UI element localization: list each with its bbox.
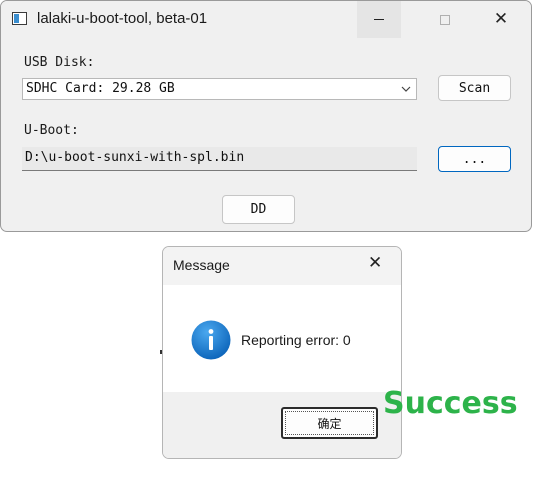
browse-button[interactable]: ...: [438, 146, 511, 172]
message-title-bar[interactable]: Message ✕: [163, 247, 401, 285]
uboot-path-value: D:\u-boot-sunxi-with-spl.bin: [25, 150, 245, 165]
maximize-icon: [440, 14, 450, 25]
app-window-icon: [12, 12, 27, 25]
window-title: lalaki-u-boot-tool, beta-01: [37, 10, 208, 27]
scan-button[interactable]: Scan: [438, 75, 511, 101]
ok-button[interactable]: 确定: [281, 407, 378, 439]
message-body: Reporting error: 0: [163, 285, 401, 392]
maximize-button[interactable]: [423, 1, 467, 38]
message-dialog: Message ✕ Reporting error: 0 确定: [162, 246, 402, 459]
close-icon: ✕: [368, 253, 383, 273]
uboot-path-field[interactable]: D:\u-boot-sunxi-with-spl.bin: [22, 147, 417, 171]
close-icon: ✕: [493, 9, 509, 29]
message-text: Reporting error: 0: [241, 332, 351, 348]
minimize-button[interactable]: [357, 1, 401, 38]
screenshot-canvas: lalaki-u-boot-tool, beta-01 ✕ USB Disk: …: [0, 0, 534, 481]
dd-button[interactable]: DD: [222, 195, 295, 224]
success-overlay-text: Success: [383, 386, 518, 421]
info-icon: [191, 320, 231, 360]
chevron-down-icon: [401, 86, 411, 92]
title-bar[interactable]: lalaki-u-boot-tool, beta-01 ✕: [1, 1, 531, 38]
usb-disk-selected-value: SDHC Card: 29.28 GB: [26, 81, 175, 96]
minimize-icon: [374, 19, 384, 20]
close-button[interactable]: ✕: [479, 1, 523, 38]
usb-disk-dropdown[interactable]: SDHC Card: 29.28 GB: [22, 78, 417, 100]
uboot-label: U-Boot:: [24, 123, 79, 138]
message-footer: 确定: [163, 392, 401, 458]
message-close-button[interactable]: ✕: [368, 255, 382, 272]
main-window: lalaki-u-boot-tool, beta-01 ✕ USB Disk: …: [0, 0, 532, 232]
usb-disk-label: USB Disk:: [24, 55, 95, 70]
message-title: Message: [173, 257, 230, 273]
